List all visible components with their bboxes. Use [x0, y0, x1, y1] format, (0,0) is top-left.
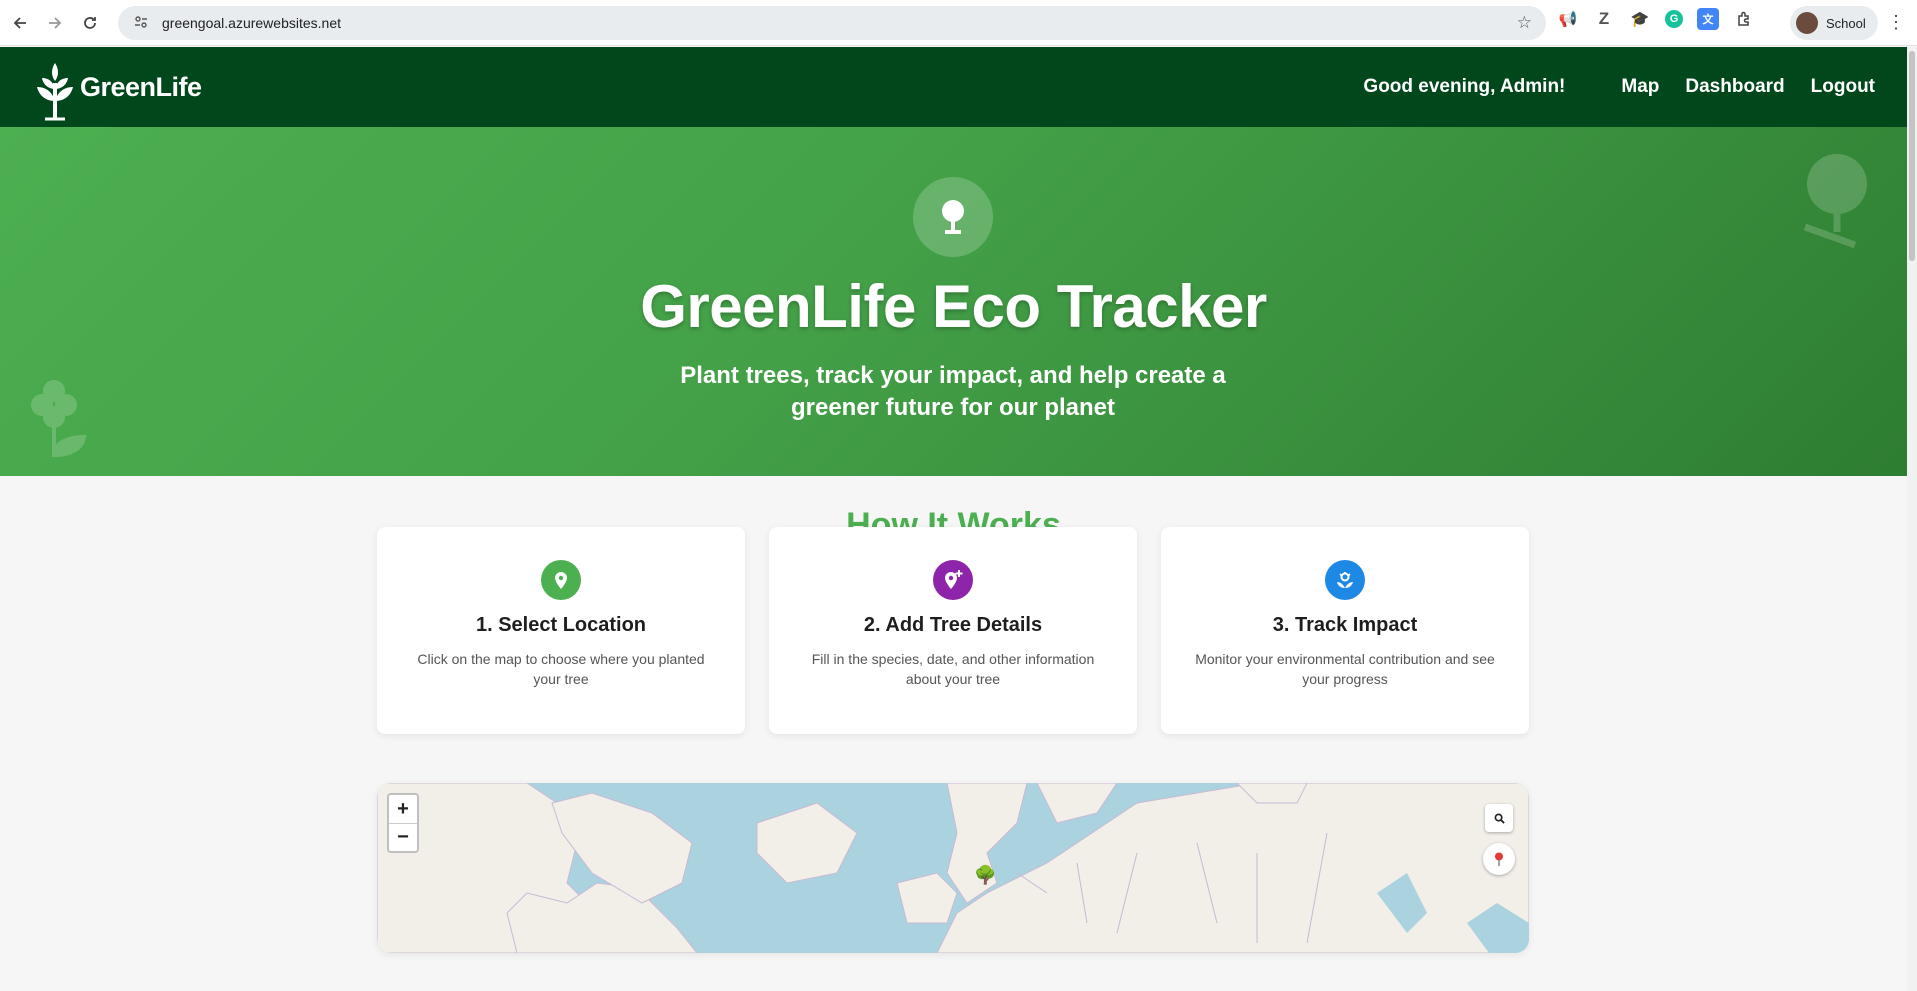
add-location-icon [933, 560, 973, 600]
reload-icon [84, 17, 96, 29]
profile-button[interactable]: School [1790, 6, 1878, 40]
step-card-track-impact: 3. Track Impact Monitor your environment… [1161, 527, 1529, 734]
arrow-right-icon [49, 17, 62, 29]
seedling-icon [1325, 560, 1365, 600]
graduation-cap-extension-icon[interactable]: 🎓 [1629, 8, 1651, 30]
nav-link-logout[interactable]: Logout [1811, 76, 1875, 98]
avatar [1796, 12, 1818, 34]
site-info-icon[interactable] [134, 15, 150, 31]
map-search-button[interactable] [1485, 804, 1513, 832]
scrollbar-thumb[interactable] [1909, 51, 1915, 261]
step-card-select-location: 1. Select Location Click on the map to c… [377, 527, 745, 734]
hero-title: GreenLife Eco Tracker [640, 273, 1267, 340]
hero-subtitle: Plant trees, track your impact, and help… [680, 362, 1226, 421]
address-bar[interactable]: greengoal.azurewebsites.net ☆ [118, 6, 1546, 40]
decorative-flower-icon [28, 377, 92, 462]
arrow-left-icon [13, 17, 26, 29]
search-icon [1494, 813, 1505, 824]
map-tiles[interactable] [377, 783, 1529, 953]
step-title: 1. Select Location [475, 614, 647, 636]
tree-marker-icon[interactable]: 🌳 [974, 865, 996, 886]
puzzle-extensions-icon[interactable] [1733, 8, 1755, 30]
tree-icon [913, 177, 993, 257]
step-description: Fill in the species, date, and other inf… [811, 651, 1095, 687]
page-scrollbar[interactable] [1907, 47, 1917, 991]
step-description: Click on the map to choose where you pla… [417, 651, 705, 687]
nav-link-dashboard[interactable]: Dashboard [1685, 76, 1784, 98]
nav-link-map[interactable]: Map [1621, 76, 1659, 98]
megaphone-extension-icon[interactable]: 📢 [1557, 8, 1579, 30]
step-card-add-tree-details: 2. Add Tree Details Fill in the species,… [769, 527, 1137, 734]
tree-map[interactable]: + − 🌳 [377, 783, 1529, 953]
tree-logo-icon [37, 63, 73, 121]
bookmark-star-icon[interactable]: ☆ [1517, 13, 1532, 33]
hero-section: GreenLife Eco Tracker Plant trees, track… [0, 127, 1907, 476]
browser-toolbar: greengoal.azurewebsites.net ☆ 📢 Z 🎓 G 文 … [0, 0, 1917, 46]
translate-extension-icon[interactable]: 文 [1697, 8, 1719, 30]
map-pin-icon [541, 560, 581, 600]
brand-logo[interactable]: GreenLife [32, 53, 202, 121]
location-pin-icon [1495, 852, 1503, 866]
zoom-in-button[interactable]: + [389, 795, 417, 823]
profile-name: School [1826, 15, 1866, 31]
reload-button[interactable] [72, 5, 108, 41]
step-title: 3. Track Impact [1272, 614, 1418, 636]
brand-name: GreenLife [80, 71, 202, 102]
step-title: 2. Add Tree Details [863, 614, 1043, 636]
zoom-out-button[interactable]: − [389, 823, 417, 851]
decorative-tree-icon [1795, 152, 1875, 257]
extensions-area: 📢 Z 🎓 G 文 [1557, 8, 1755, 30]
app-navbar: GreenLife Good evening, Admin! Map Dashb… [0, 47, 1907, 127]
steps-cards: 1. Select Location Click on the map to c… [377, 527, 1529, 734]
zoom-controls: + − [387, 793, 419, 853]
forward-button[interactable] [37, 5, 73, 41]
user-greeting: Good evening, Admin! [1363, 76, 1566, 97]
z-extension-icon[interactable]: Z [1593, 8, 1615, 30]
map-locate-button[interactable] [1483, 843, 1515, 875]
back-button[interactable] [2, 5, 38, 41]
url-text[interactable]: greengoal.azurewebsites.net [162, 15, 341, 31]
browser-menu-icon[interactable]: ⋮ [1887, 12, 1905, 33]
nav-links: Good evening, Admin! Map Dashboard Logou… [1363, 47, 1875, 127]
grammarly-extension-icon[interactable]: G [1665, 10, 1683, 28]
step-description: Monitor your environmental contribution … [1195, 651, 1495, 687]
